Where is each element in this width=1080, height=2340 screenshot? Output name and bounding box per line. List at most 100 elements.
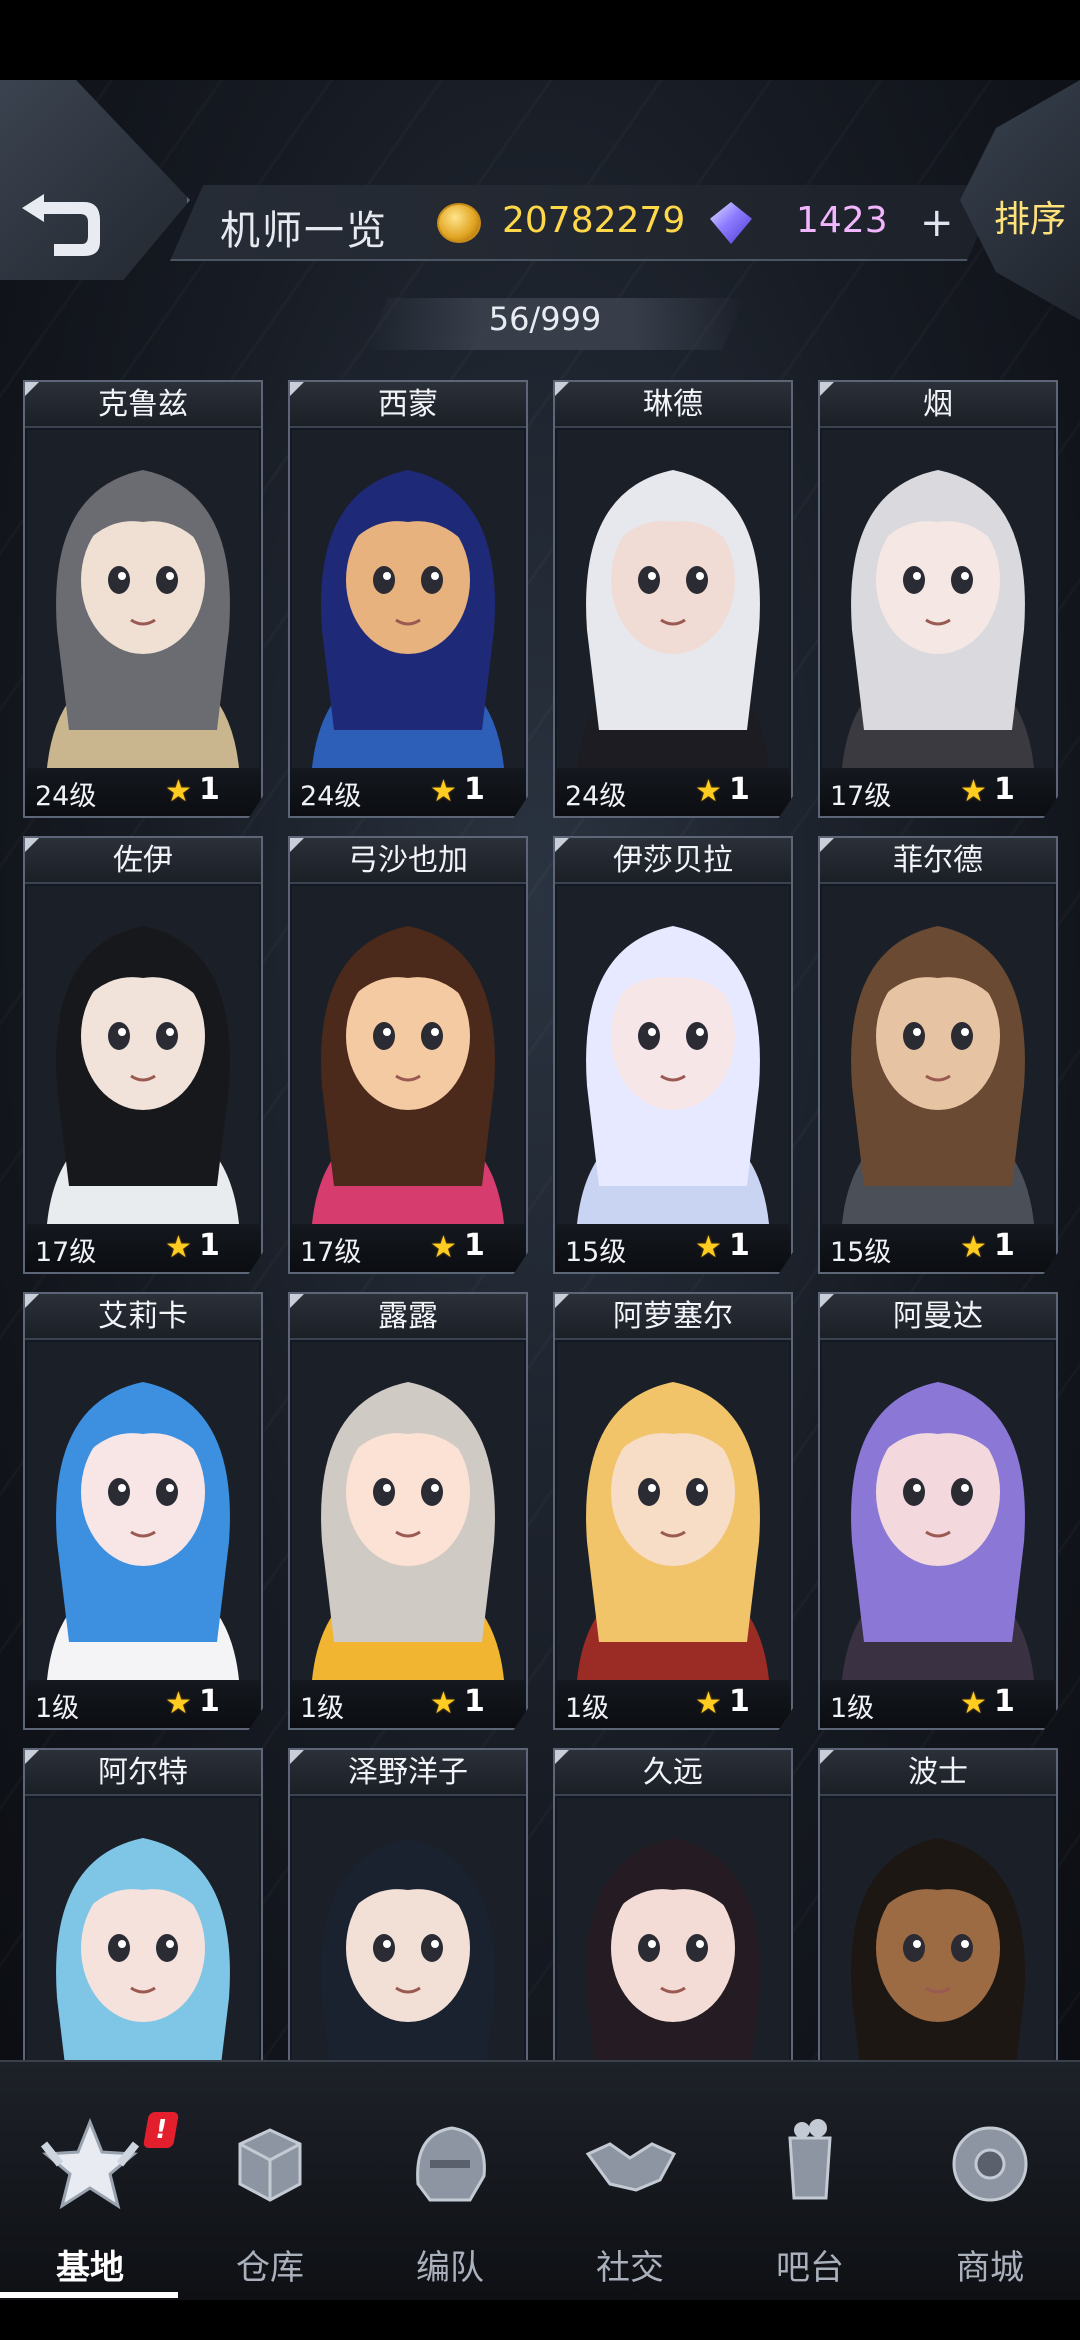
pilot-level: 24级 [565,781,627,812]
pilot-card[interactable]: 阿萝塞尔 1级 ★ 1 [553,1292,793,1730]
formation-helmet-icon [416,2126,486,2202]
pilot-portrait [557,1342,789,1680]
pilot-name: 弓沙也加 [290,838,526,884]
star-icon: ★ [960,774,987,809]
pilot-card[interactable]: 伊莎贝拉 15级 ★ 1 [553,836,793,1274]
pilot-portrait [292,1798,524,2060]
pilot-name: 西蒙 [290,382,526,428]
pilot-level: 24级 [35,781,97,812]
star-icon: ★ [430,1230,457,1265]
add-diamond-button[interactable]: + [920,200,954,246]
pilot-card[interactable]: 菲尔德 15级 ★ 1 [818,836,1058,1274]
diamond-amount: 1423 [796,200,888,241]
pilot-level: 17级 [35,1237,97,1268]
pilot-card[interactable]: 艾莉卡 1级 ★ 1 [23,1292,263,1730]
pilot-card[interactable]: 露露 1级 ★ 1 [288,1292,528,1730]
star-icon: ★ [960,1686,987,1721]
pilot-card[interactable]: 弓沙也加 17级 ★ 1 [288,836,528,1274]
pilot-stats-bar: 24级 ★ 1 [555,770,791,816]
pilot-card[interactable]: 久远 [553,1748,793,2060]
pilot-name: 泽野洋子 [290,1750,526,1796]
star-icon: ★ [430,1686,457,1721]
pilot-card[interactable]: 西蒙 24级 ★ 1 [288,380,528,818]
nav-label: 社交 [596,2248,664,2288]
pilot-name: 阿尔特 [25,1750,261,1796]
pilot-level: 1级 [300,1693,345,1724]
pilot-stats-bar: 1级 ★ 1 [555,1682,791,1728]
pilot-star-count: 1 [994,1684,1015,1719]
pilot-level: 1级 [35,1693,80,1724]
nav-label: 编队 [416,2248,484,2288]
pilot-level: 17级 [830,781,892,812]
pilot-portrait [557,430,789,768]
pilot-name: 阿萝塞尔 [555,1294,791,1340]
star-icon: ★ [695,774,722,809]
pilot-star-count: 1 [199,1684,220,1719]
pilot-portrait [557,1798,789,2060]
sort-label[interactable]: 排序 [994,190,1066,242]
pilot-stats-bar: 1级 ★ 1 [820,1682,1056,1728]
status-bar-area [0,0,1080,80]
star-icon: ★ [695,1230,722,1265]
pilot-portrait [557,886,789,1224]
page-title: 机师一览 [220,208,388,254]
pilot-level: 17级 [300,1237,362,1268]
pilot-stats-bar: 1级 ★ 1 [290,1682,526,1728]
pilot-name: 菲尔德 [820,838,1056,884]
pilot-stats-bar: 24级 ★ 1 [25,770,261,816]
pilot-count: 56/999 [488,300,602,338]
star-icon: ★ [960,1230,987,1265]
pilot-level: 1级 [830,1693,875,1724]
pilot-card[interactable]: 泽野洋子 [288,1748,528,2060]
nav-item-5[interactable]: 吧台 [720,2110,900,2300]
back-arrow-icon[interactable] [14,190,104,260]
pilot-portrait [27,1342,259,1680]
pilot-level: 15级 [565,1237,627,1268]
pilot-name: 久远 [555,1750,791,1796]
pilot-stats-bar: 15级 ★ 1 [555,1226,791,1272]
gold-coin-icon [437,203,481,243]
pilot-star-count: 1 [464,1228,485,1263]
nav-label: 仓库 [236,2248,304,2288]
pilot-card[interactable]: 琳德 24级 ★ 1 [553,380,793,818]
pilot-name: 露露 [290,1294,526,1340]
pilot-name: 琳德 [555,382,791,428]
pilot-card[interactable]: 阿尔特 [23,1748,263,2060]
pilot-star-count: 1 [199,772,220,807]
pilot-star-count: 1 [729,1684,750,1719]
pilot-portrait [292,886,524,1224]
pilot-portrait [822,886,1054,1224]
gesture-bar-area [0,2300,1080,2340]
pilot-stats-bar: 1级 ★ 1 [25,1682,261,1728]
pilot-card[interactable]: 克鲁兹 24级 ★ 1 [23,380,263,818]
pilot-level: 15级 [830,1237,892,1268]
pilot-level: 24级 [300,781,362,812]
nav-item-2[interactable]: 仓库 [180,2110,360,2300]
pilot-portrait [822,430,1054,768]
star-icon: ★ [695,1686,722,1721]
pilot-stats-bar: 24级 ★ 1 [290,770,526,816]
shop-capsule-icon [952,2126,1028,2202]
nav-item-4[interactable]: 社交 [540,2110,720,2300]
nav-item-6[interactable]: 商城 [900,2110,1080,2300]
pilot-stats-bar: 17级 ★ 1 [290,1226,526,1272]
gold-amount: 20782279 [502,200,686,241]
nav-item-3[interactable]: 编队 [360,2110,540,2300]
pilot-name: 佐伊 [25,838,261,884]
pilot-name: 烟 [820,382,1056,428]
pilot-star-count: 1 [729,772,750,807]
pilot-portrait [27,1798,259,2060]
pilot-star-count: 1 [199,1228,220,1263]
warehouse-crate-icon [238,2128,302,2202]
pilot-star-count: 1 [994,772,1015,807]
pilot-card[interactable]: 烟 17级 ★ 1 [818,380,1058,818]
star-icon: ★ [165,1230,192,1265]
pilot-card[interactable]: 佐伊 17级 ★ 1 [23,836,263,1274]
pilot-card[interactable]: 阿曼达 1级 ★ 1 [818,1292,1058,1730]
handshake-icon [585,2142,677,2192]
pilot-card[interactable]: 波士 [818,1748,1058,2060]
pilot-name: 阿曼达 [820,1294,1056,1340]
pilot-portrait [822,1342,1054,1680]
pilot-name: 波士 [820,1750,1056,1796]
nav-label: 基地 [56,2248,124,2288]
